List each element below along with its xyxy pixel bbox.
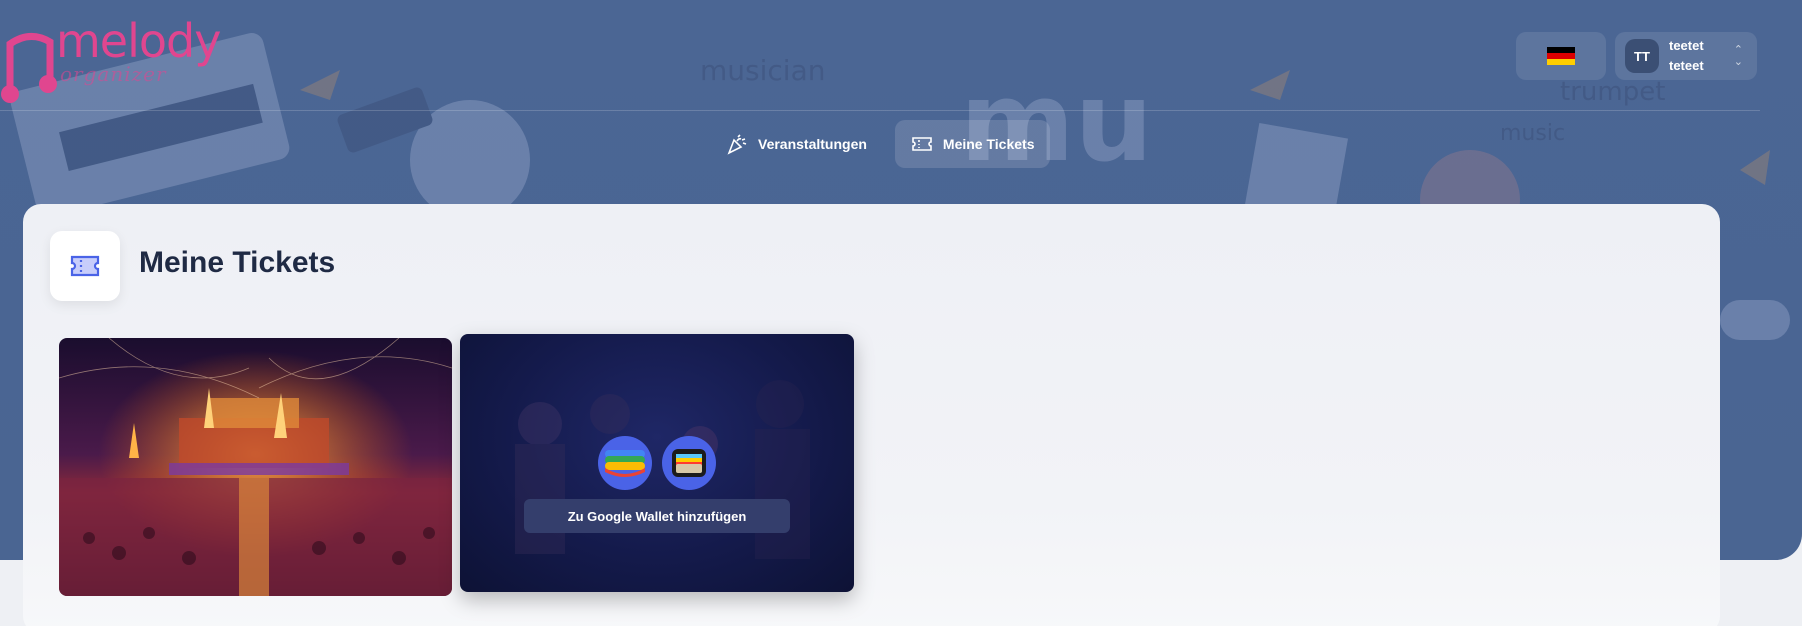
- ticket-icon: [70, 255, 100, 277]
- brand-logo[interactable]: melody organizer: [0, 8, 221, 108]
- party-popper-icon: [727, 134, 747, 155]
- ticket-icon: [912, 137, 932, 151]
- avatar: TT: [1625, 39, 1659, 73]
- chevron-up-down-icon: ⌃ ⌄: [1733, 44, 1743, 68]
- svg-text:trumpet: trumpet: [1560, 77, 1665, 107]
- apple-wallet-icon: [672, 449, 706, 477]
- user-first-name: teetet: [1669, 38, 1704, 53]
- wallet-icons-group: [598, 436, 716, 490]
- festival-photo-image: [59, 338, 452, 596]
- nav-item-veranstaltungen[interactable]: Veranstaltungen: [710, 120, 883, 168]
- header-divider: [0, 110, 1760, 111]
- page-title: Meine Tickets: [139, 246, 336, 279]
- user-last-name: teteet: [1669, 58, 1704, 73]
- language-switcher-button[interactable]: [1516, 32, 1606, 80]
- ticket-wallet-overlay[interactable]: Zu Google Wallet hinzufügen: [460, 334, 854, 592]
- nav-item-label: Meine Tickets: [942, 136, 1035, 152]
- google-wallet-icon: [605, 450, 645, 477]
- tickets-card: Meine Tickets Zu Google Wallet hinzufüge…: [23, 204, 1720, 626]
- svg-text:music: music: [1500, 121, 1565, 146]
- main-navigation: Veranstaltungen Meine Tickets: [710, 120, 1051, 168]
- ticket-title-icon: [50, 231, 120, 301]
- svg-text:musician: musician: [700, 54, 825, 87]
- german-flag-icon: [1547, 47, 1575, 65]
- music-note-logo-icon: [1, 33, 57, 103]
- nav-item-meine-tickets[interactable]: Meine Tickets: [894, 120, 1051, 168]
- ticket-event-image[interactable]: [59, 338, 452, 596]
- google-wallet-button[interactable]: [598, 436, 652, 490]
- apple-wallet-button[interactable]: [662, 436, 716, 490]
- nav-item-label: Veranstaltungen: [758, 136, 867, 152]
- user-menu-button[interactable]: TT teetet teteet ⌃ ⌄: [1615, 32, 1757, 80]
- brand-name: melody: [56, 14, 221, 68]
- add-to-google-wallet-button[interactable]: Zu Google Wallet hinzufügen: [524, 499, 790, 533]
- brand-subtitle: organizer: [60, 62, 167, 86]
- user-name: teetet teteet: [1669, 36, 1704, 76]
